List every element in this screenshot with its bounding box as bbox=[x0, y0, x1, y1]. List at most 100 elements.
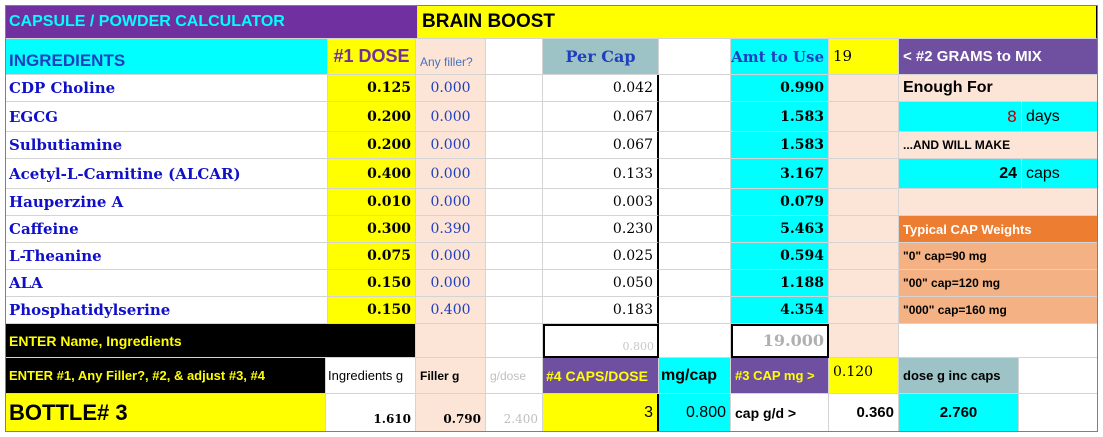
amt-to-use-value[interactable]: 1.188 bbox=[731, 270, 829, 297]
empty-cell[interactable] bbox=[486, 102, 543, 132]
empty-cell[interactable] bbox=[486, 189, 543, 216]
dose-input[interactable]: 0.400 bbox=[328, 159, 416, 189]
empty-cell[interactable] bbox=[486, 159, 543, 189]
empty-cell[interactable] bbox=[416, 324, 486, 358]
filler-input[interactable]: 0.000 bbox=[416, 159, 486, 189]
ingredient-name[interactable]: L-Theanine bbox=[5, 243, 328, 270]
mg-per-cap-label[interactable]: mg/cap bbox=[659, 358, 731, 394]
empty-cell[interactable] bbox=[1019, 358, 1098, 394]
mg-per-cap-value[interactable]: 0.800 bbox=[659, 394, 731, 432]
dose-input[interactable]: 0.300 bbox=[328, 216, 416, 243]
empty-cell[interactable] bbox=[899, 189, 1098, 216]
amt-to-use-value[interactable]: 3.167 bbox=[731, 159, 829, 189]
ingredient-name[interactable]: Acetyl-L-Carnitine (ALCAR) bbox=[5, 159, 328, 189]
amt-to-use-value[interactable]: 0.594 bbox=[731, 243, 829, 270]
caps-per-dose-input[interactable]: 3 bbox=[543, 394, 659, 432]
per-cap-value[interactable]: 0.067 bbox=[543, 102, 659, 132]
filler-g-label[interactable]: Filler g bbox=[416, 358, 486, 394]
caps-label[interactable]: caps bbox=[1022, 159, 1098, 189]
will-make-label[interactable]: ...AND WILL MAKE bbox=[899, 132, 1098, 159]
amt-to-use-value[interactable]: 1.583 bbox=[731, 102, 829, 132]
bottle-label[interactable]: BOTTLE# 3 bbox=[5, 394, 326, 432]
amt-to-use-value[interactable]: 0.990 bbox=[731, 75, 829, 102]
empty-cell[interactable] bbox=[829, 102, 899, 132]
ingredient-name[interactable]: CDP Choline bbox=[5, 75, 328, 102]
empty-cell[interactable] bbox=[659, 159, 731, 189]
per-cap-value[interactable]: 0.042 bbox=[543, 75, 659, 102]
filler-input[interactable]: 0.400 bbox=[416, 297, 486, 324]
ingredients-g-value[interactable]: 1.610 bbox=[326, 394, 416, 432]
ingredients-header[interactable]: INGREDIENTS bbox=[5, 39, 328, 75]
cap0-weight[interactable]: "0" cap=90 mg bbox=[899, 243, 1098, 270]
dose-input[interactable]: 0.125 bbox=[328, 75, 416, 102]
per-cap-value[interactable]: 0.133 bbox=[543, 159, 659, 189]
empty-cell[interactable] bbox=[1019, 394, 1098, 432]
empty-cell[interactable] bbox=[659, 102, 731, 132]
filler-input[interactable]: 0.000 bbox=[416, 75, 486, 102]
filler-input[interactable]: 0.000 bbox=[416, 243, 486, 270]
empty-cell[interactable] bbox=[829, 159, 899, 189]
filler-g-value[interactable]: 0.790 bbox=[416, 394, 486, 432]
empty-cell[interactable] bbox=[899, 324, 1098, 358]
empty-cell[interactable] bbox=[659, 75, 731, 102]
empty-cell[interactable] bbox=[486, 297, 543, 324]
ingredient-name[interactable]: Sulbutiamine bbox=[5, 132, 328, 159]
cap-gd-label[interactable]: cap g/d > bbox=[731, 394, 829, 432]
per-cap-value[interactable]: 0.230 bbox=[543, 216, 659, 243]
amt-to-use-value[interactable]: 1.583 bbox=[731, 132, 829, 159]
empty-cell[interactable] bbox=[486, 132, 543, 159]
g-dose-value[interactable]: 2.400 bbox=[486, 394, 543, 432]
amt-header[interactable]: Amt to Use bbox=[731, 39, 829, 75]
enough-for-label[interactable]: Enough For bbox=[899, 75, 1098, 102]
grams-to-mix-input[interactable]: 19 bbox=[829, 39, 899, 75]
amt-total[interactable]: 19.000 bbox=[731, 324, 829, 358]
empty-cell[interactable] bbox=[829, 270, 899, 297]
filler-input[interactable]: 0.390 bbox=[416, 216, 486, 243]
app-title-cell[interactable]: CAPSULE / POWDER CALCULATOR bbox=[5, 5, 418, 39]
empty-cell[interactable] bbox=[829, 324, 899, 358]
per-cap-value[interactable]: 0.025 bbox=[543, 243, 659, 270]
per-cap-header[interactable]: Per Cap bbox=[543, 39, 659, 75]
dose-input[interactable]: 0.200 bbox=[328, 102, 416, 132]
empty-cell[interactable] bbox=[829, 297, 899, 324]
empty-cell[interactable] bbox=[659, 270, 731, 297]
empty-cell[interactable] bbox=[829, 189, 899, 216]
empty-cell[interactable] bbox=[829, 243, 899, 270]
caps-value[interactable]: 24 bbox=[899, 159, 1022, 189]
typical-cap-weights-title[interactable]: Typical CAP Weights bbox=[899, 216, 1098, 243]
caps-per-dose-label[interactable]: #4 CAPS/DOSE bbox=[543, 358, 659, 394]
empty-cell[interactable] bbox=[486, 243, 543, 270]
empty-cell[interactable] bbox=[486, 324, 543, 358]
enter-doses-instruction[interactable]: ENTER #1, Any Filler?, #2, & adjust #3, … bbox=[5, 358, 326, 394]
ingredients-g-label[interactable]: Ingredients g bbox=[326, 358, 416, 394]
per-cap-value[interactable]: 0.050 bbox=[543, 270, 659, 297]
empty-cell[interactable] bbox=[659, 132, 731, 159]
dose-input[interactable]: 0.150 bbox=[328, 270, 416, 297]
filler-input[interactable]: 0.000 bbox=[416, 132, 486, 159]
filler-input[interactable]: 0.000 bbox=[416, 270, 486, 297]
dose-header[interactable]: #1 DOSE bbox=[328, 39, 416, 75]
per-cap-value[interactable]: 0.003 bbox=[543, 189, 659, 216]
empty-cell[interactable] bbox=[486, 75, 543, 102]
per-cap-value[interactable]: 0.067 bbox=[543, 132, 659, 159]
g-dose-label[interactable]: g/dose bbox=[486, 358, 543, 394]
cap-mg-input[interactable]: 0.120 bbox=[829, 358, 899, 394]
cap000-weight[interactable]: "000" cap=160 mg bbox=[899, 297, 1098, 324]
dose-input[interactable]: 0.010 bbox=[328, 189, 416, 216]
enter-name-instruction[interactable]: ENTER Name, Ingredients bbox=[5, 324, 416, 358]
days-label[interactable]: days bbox=[1022, 102, 1098, 132]
empty-cell[interactable] bbox=[659, 297, 731, 324]
ingredient-name[interactable]: ALA bbox=[5, 270, 328, 297]
cap-gd-value[interactable]: 0.360 bbox=[829, 394, 899, 432]
empty-cell[interactable] bbox=[829, 132, 899, 159]
dose-input[interactable]: 0.200 bbox=[328, 132, 416, 159]
days-value[interactable]: 8 bbox=[899, 102, 1022, 132]
dose-g-value[interactable]: 2.760 bbox=[899, 394, 1019, 432]
cap00-weight[interactable]: "00" cap=120 mg bbox=[899, 270, 1098, 297]
empty-cell[interactable] bbox=[486, 216, 543, 243]
empty-cell[interactable] bbox=[659, 324, 731, 358]
ingredient-name[interactable]: Phosphatidylserine bbox=[5, 297, 328, 324]
empty-cell[interactable] bbox=[659, 39, 731, 75]
empty-cell[interactable] bbox=[659, 243, 731, 270]
empty-cell[interactable] bbox=[486, 39, 543, 75]
